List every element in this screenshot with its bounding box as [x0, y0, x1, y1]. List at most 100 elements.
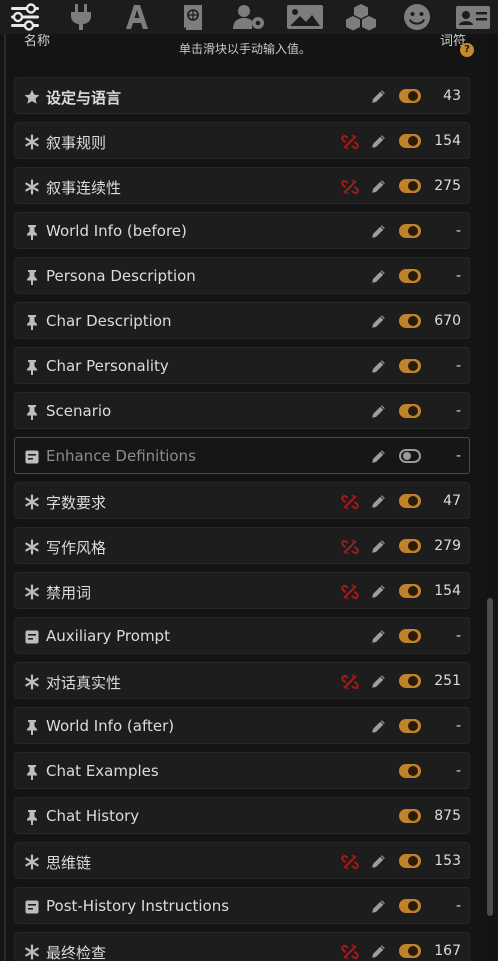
- edit-pencil-icon[interactable]: [371, 404, 386, 419]
- prompt-row[interactable]: 禁用词 154: [14, 572, 470, 609]
- asterisk-icon[interactable]: [24, 944, 40, 960]
- prompt-row[interactable]: Char Personality -: [14, 347, 470, 384]
- prompt-name[interactable]: 思维链: [46, 852, 91, 873]
- note-icon[interactable]: [24, 629, 40, 645]
- prompt-name[interactable]: 禁用词: [46, 582, 91, 603]
- prompt-row[interactable]: 设定与语言 43: [14, 77, 470, 114]
- prompt-row[interactable]: 叙事连续性 275: [14, 167, 470, 204]
- edit-pencil-icon[interactable]: [371, 134, 386, 149]
- edit-pencil-icon[interactable]: [371, 629, 386, 644]
- enable-toggle[interactable]: [399, 539, 421, 553]
- prompt-row[interactable]: 最终检查 167: [14, 932, 470, 961]
- prompt-row[interactable]: Chat Examples -: [14, 752, 470, 789]
- pin-icon[interactable]: [24, 314, 40, 330]
- prompt-row[interactable]: Enhance Definitions -: [14, 437, 470, 474]
- prompt-row[interactable]: Scenario -: [14, 392, 470, 429]
- prompt-name[interactable]: 叙事规则: [46, 132, 106, 153]
- edit-pencil-icon[interactable]: [371, 179, 386, 194]
- font-icon[interactable]: [118, 2, 156, 32]
- enable-toggle[interactable]: [399, 404, 421, 418]
- asterisk-icon[interactable]: [24, 494, 40, 510]
- enable-toggle[interactable]: [399, 944, 421, 958]
- prompt-name[interactable]: Enhance Definitions: [46, 447, 196, 465]
- edit-pencil-icon[interactable]: [371, 584, 386, 599]
- prompt-name[interactable]: 对话真实性: [46, 672, 121, 693]
- prompt-name[interactable]: Persona Description: [46, 267, 196, 285]
- edit-pencil-icon[interactable]: [371, 314, 386, 329]
- plug-icon[interactable]: [62, 2, 100, 32]
- enable-toggle[interactable]: [399, 719, 421, 733]
- enable-toggle[interactable]: [399, 449, 421, 463]
- edit-pencil-icon[interactable]: [371, 719, 386, 734]
- pin-icon[interactable]: [24, 269, 40, 285]
- prompt-row[interactable]: World Info (before) -: [14, 212, 470, 249]
- pin-icon[interactable]: [24, 359, 40, 375]
- scrollbar-thumb[interactable]: [487, 598, 493, 916]
- edit-pencil-icon[interactable]: [371, 89, 386, 104]
- edit-pencil-icon[interactable]: [371, 359, 386, 374]
- help-icon[interactable]: ?: [460, 43, 474, 57]
- enable-toggle[interactable]: [399, 629, 421, 643]
- asterisk-icon[interactable]: [24, 854, 40, 870]
- edit-pencil-icon[interactable]: [371, 449, 386, 464]
- prompt-name[interactable]: 叙事连续性: [46, 177, 121, 198]
- prompt-name[interactable]: Scenario: [46, 402, 111, 420]
- prompt-row[interactable]: Auxiliary Prompt -: [14, 617, 470, 654]
- prompt-name[interactable]: 字数要求: [46, 492, 106, 513]
- prompt-row[interactable]: 思维链 153: [14, 842, 470, 879]
- image-icon[interactable]: [286, 2, 324, 32]
- prompt-row[interactable]: 字数要求 47: [14, 482, 470, 519]
- asterisk-icon[interactable]: [24, 179, 40, 195]
- enable-toggle[interactable]: [399, 179, 421, 193]
- prompt-name[interactable]: Auxiliary Prompt: [46, 627, 170, 645]
- user-gear-icon[interactable]: [230, 2, 268, 32]
- asterisk-icon[interactable]: [24, 584, 40, 600]
- star-icon[interactable]: [24, 89, 40, 105]
- prompt-row[interactable]: World Info (after) -: [14, 707, 470, 744]
- prompt-name[interactable]: 写作风格: [46, 537, 106, 558]
- prompt-row[interactable]: 对话真实性 251: [14, 662, 470, 699]
- note-icon[interactable]: [24, 899, 40, 915]
- prompt-name[interactable]: Char Description: [46, 312, 172, 330]
- prompt-row[interactable]: 写作风格 279: [14, 527, 470, 564]
- edit-pencil-icon[interactable]: [371, 944, 386, 959]
- prompt-name[interactable]: Chat History: [46, 807, 139, 825]
- prompt-name[interactable]: 设定与语言: [46, 87, 121, 108]
- prompt-name[interactable]: Chat Examples: [46, 762, 159, 780]
- asterisk-icon[interactable]: [24, 539, 40, 555]
- edit-pencil-icon[interactable]: [371, 224, 386, 239]
- id-card-icon[interactable]: [454, 2, 492, 32]
- smile-icon[interactable]: [398, 2, 436, 32]
- edit-pencil-icon[interactable]: [371, 674, 386, 689]
- prompt-row[interactable]: 叙事规则 154: [14, 122, 470, 159]
- enable-toggle[interactable]: [399, 764, 421, 778]
- enable-toggle[interactable]: [399, 494, 421, 508]
- pin-icon[interactable]: [24, 764, 40, 780]
- edit-pencil-icon[interactable]: [371, 539, 386, 554]
- enable-toggle[interactable]: [399, 224, 421, 238]
- edit-pencil-icon[interactable]: [371, 854, 386, 869]
- sliders-icon[interactable]: [6, 2, 44, 32]
- prompt-name[interactable]: World Info (after): [46, 717, 174, 735]
- prompt-row[interactable]: Post-History Instructions -: [14, 887, 470, 924]
- enable-toggle[interactable]: [399, 899, 421, 913]
- pin-icon[interactable]: [24, 404, 40, 420]
- book-icon[interactable]: [174, 2, 212, 32]
- prompt-name[interactable]: Post-History Instructions: [46, 897, 229, 915]
- enable-toggle[interactable]: [399, 584, 421, 598]
- edit-pencil-icon[interactable]: [371, 269, 386, 284]
- note-icon[interactable]: [24, 449, 40, 465]
- enable-toggle[interactable]: [399, 809, 421, 823]
- pin-icon[interactable]: [24, 719, 40, 735]
- enable-toggle[interactable]: [399, 854, 421, 868]
- enable-toggle[interactable]: [399, 134, 421, 148]
- prompt-row[interactable]: Char Description 670: [14, 302, 470, 339]
- cubes-icon[interactable]: [342, 2, 380, 32]
- asterisk-icon[interactable]: [24, 134, 40, 150]
- enable-toggle[interactable]: [399, 89, 421, 103]
- edit-pencil-icon[interactable]: [371, 899, 386, 914]
- enable-toggle[interactable]: [399, 359, 421, 373]
- pin-icon[interactable]: [24, 224, 40, 240]
- prompt-row[interactable]: Persona Description -: [14, 257, 470, 294]
- edit-pencil-icon[interactable]: [371, 494, 386, 509]
